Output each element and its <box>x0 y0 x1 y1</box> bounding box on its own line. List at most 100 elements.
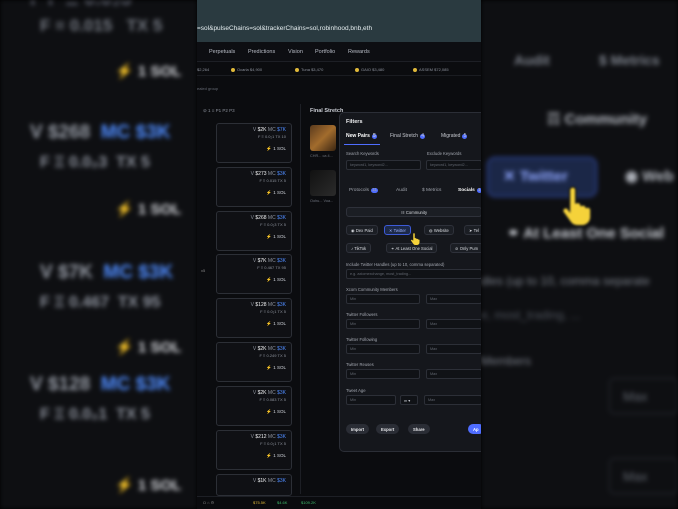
tab-final-stretch[interactable]: Final Stretch 4 <box>390 133 426 139</box>
hand-cursor-icon <box>561 186 592 227</box>
chevron-down-icon: ▾ <box>408 399 411 403</box>
url-text[interactable]: =sol&pulseChains=sol&trackerChains=sol,r… <box>197 25 372 32</box>
nav-item-vision[interactable]: Vision <box>288 49 303 55</box>
twitter-following-min[interactable]: Min <box>346 344 420 354</box>
ticker-item[interactable]: ASSEM $72,085 <box>413 67 449 72</box>
exclude-keywords-input[interactable]: keyword1, keyword2... <box>426 160 481 170</box>
subtab-metrics[interactable]: $ Metrics <box>422 188 441 193</box>
bg-text: ⚡ 1 SOL <box>115 201 182 218</box>
bg-text: F ≡ 0.015 TX 5 <box>40 16 163 35</box>
only-pump-chip[interactable]: ⊘ Only Pum <box>450 243 481 253</box>
token-card[interactable]: V $2K MC $7K F ≡ 0.0₂1 TX 10 ⚡ 1 SOL <box>216 123 292 163</box>
token-card[interactable]: V $7K MC $3K F ≡ 0.467 TX 95 ⚡ 1 SOL <box>216 254 292 294</box>
community-members-label: Xcom Community Members <box>346 287 398 292</box>
telegram-chip[interactable]: ➤ Tel <box>464 225 481 235</box>
nav-item-rewards[interactable]: Rewards <box>348 49 370 55</box>
community-members-max[interactable]: Max <box>426 294 481 304</box>
subtab-audit[interactable]: Audit <box>396 188 407 193</box>
tiktok-chip[interactable]: ♪ TikTok <box>346 243 372 253</box>
app-screen: =sol&pulseChains=sol&trackerChains=sol,r… <box>197 0 481 509</box>
tweet-age-unit-select[interactable]: m ▾ <box>400 395 418 405</box>
nav-item-portfolio[interactable]: Portfolio <box>315 49 335 55</box>
search-keywords-label: Search Keywords <box>346 151 379 156</box>
filters-modal: Filters New Pairs 5 Final Stretch 4 Migrat… <box>339 112 481 452</box>
ticker-item[interactable]: Tuna $3,470 <box>295 67 323 72</box>
bg-text: $ Metrics <box>599 52 660 68</box>
pill-icon: ⊘ <box>455 246 459 251</box>
token-card[interactable]: V $212 MC $3K F ≡ 0.0₂1 TX 5 ⚡ 1 SOL <box>216 430 292 470</box>
dex-paid-chip[interactable]: ◉ Dex Paid <box>346 225 378 235</box>
tweet-age-min[interactable]: Min <box>346 395 396 405</box>
bg-text: F Ξ 0.0₂3 TX 5 <box>40 154 150 171</box>
bg-text: ⚡ 1 SOL <box>115 477 182 494</box>
ticker-item[interactable]: $2,264 <box>197 67 209 72</box>
bottom-icons[interactable]: Ω ⌂ ⚙ <box>203 500 214 505</box>
token-card[interactable]: V $268 MC $3K F ≡ 0.0₂3 TX 5 ⚡ 1 SOL <box>216 211 292 251</box>
twitter-following-max[interactable]: Max <box>426 344 481 354</box>
tweet-age-max[interactable]: Max <box>424 395 481 405</box>
community-members-min[interactable]: Min <box>346 294 420 304</box>
token-card[interactable]: V $128 MC $3K F ≡ 0.0₂1 TX 5 ⚡ 1 SOL <box>216 298 292 338</box>
export-button[interactable]: Export <box>376 424 400 434</box>
nav-item-predictions[interactable]: Predictions <box>248 49 275 55</box>
share-button[interactable]: Share <box>408 424 430 434</box>
tab-new-pairs[interactable]: New Pairs 5 <box>346 133 377 139</box>
row-label: x5 <box>201 268 206 273</box>
link-icon: ⚭ <box>391 246 395 251</box>
exclude-keywords-label: Exclude Keywords <box>427 151 462 156</box>
twitter-reuses-max[interactable]: Max <box>426 369 481 379</box>
twitter-reuses-min[interactable]: Min <box>346 369 420 379</box>
twitter-following-label: Twitter Following <box>346 337 378 342</box>
token-card[interactable]: V $2K MC $3K F ≡ 0.249 TX 5 ⚡ 1 SOL <box>216 342 292 382</box>
column-divider <box>300 104 301 494</box>
twitter-followers-max[interactable]: Max <box>426 319 481 329</box>
apply-button[interactable]: Ap <box>468 424 481 434</box>
column-toolbar-icons[interactable]: ⊘ 1 ≡ P1 P2 P3 <box>203 108 235 114</box>
bottom-stat: $109.2K <box>301 500 316 505</box>
bottom-stat: $75.5K <box>253 500 266 505</box>
bg-text: Audit <box>514 52 550 68</box>
twitter-handles-input[interactable]: e.g. axiomexchange, most_trading... <box>346 269 481 279</box>
final-stretch-title: Final Stretch <box>310 108 344 114</box>
bg-text: dles (up to 10, comma separate <box>481 274 650 288</box>
token-caption: Oohu... Voa... <box>310 199 334 203</box>
token-thumbnail[interactable] <box>310 170 336 196</box>
filters-title: Filters <box>346 119 363 125</box>
bg-text: Max <box>623 469 648 484</box>
bottom-status-bar: Ω ⌂ ⚙ $75.5K $4.6K $109.2K <box>197 496 481 509</box>
bg-text: ⚡ 1 SOL <box>115 339 182 356</box>
tab-migrated[interactable]: Migrated 5 <box>441 133 468 139</box>
bg-text: ☶ Community <box>547 111 648 128</box>
search-keywords-input[interactable]: keyword1, keyword2... <box>346 160 421 170</box>
bg-text: F Ξ 0.467 TX 95 <box>40 294 161 311</box>
bg-text: V $7K MC $3K <box>40 262 174 283</box>
bg-text: ⚡ 1 SOL <box>115 63 182 80</box>
twitter-followers-label: Twitter Followers <box>346 312 378 317</box>
ticker-item[interactable]: GAIO $3,480 <box>355 67 384 72</box>
bg-text: Max <box>623 389 648 404</box>
left-blurred-background: F F Ξ 0.0₂3 F ≡ 0.015 TX 5 ⚡ 1 SOL V $26… <box>0 0 197 509</box>
import-button[interactable]: Import <box>346 424 370 434</box>
token-card[interactable]: V $273 MC $3K F ≡ 0.015 TX 5 ⚡ 1 SOL <box>216 167 292 207</box>
active-tab-underline <box>344 144 380 145</box>
twitter-chip[interactable]: ✕ Twitter <box>384 225 411 235</box>
nav-item-perpetuals[interactable]: Perpetuals <box>209 49 235 55</box>
token-card[interactable]: V $1K MC $3K <box>216 474 292 496</box>
ticker-item[interactable]: Ocarla $4,900 <box>231 67 262 72</box>
ticker-bar: $2,264 Ocarla $4,900 Tuna $3,470 GAIO $3… <box>197 62 481 76</box>
token-caption: CHR... ca 4... <box>310 154 333 158</box>
twitter-handles-label: Include Twitter Handles (up to 10, comma… <box>346 262 445 267</box>
bg-text: V $128 MC $3K <box>30 374 171 395</box>
community-chip[interactable]: ☷ Community <box>346 207 481 217</box>
browser-url-bar[interactable]: =sol&pulseChains=sol&trackerChains=sol,r… <box>197 0 481 42</box>
token-thumbnail[interactable] <box>310 125 336 151</box>
token-card[interactable]: V $2K MC $3K F ≡ 0.083 TX 5 ⚡ 1 SOL <box>216 386 292 426</box>
bottom-stat: $4.6K <box>277 500 288 505</box>
website-chip[interactable]: ◍ Website <box>424 225 454 235</box>
bg-text: F F Ξ 0.0₂3 <box>30 0 132 11</box>
subtab-protocols[interactable]: Protocols 11 <box>349 188 378 193</box>
subtab-socials[interactable]: Socials 1 <box>458 188 481 193</box>
bg-text: V $268 MC $3K <box>30 122 171 143</box>
twitter-followers-min[interactable]: Min <box>346 319 420 329</box>
tiktok-icon: ♪ <box>351 246 354 251</box>
